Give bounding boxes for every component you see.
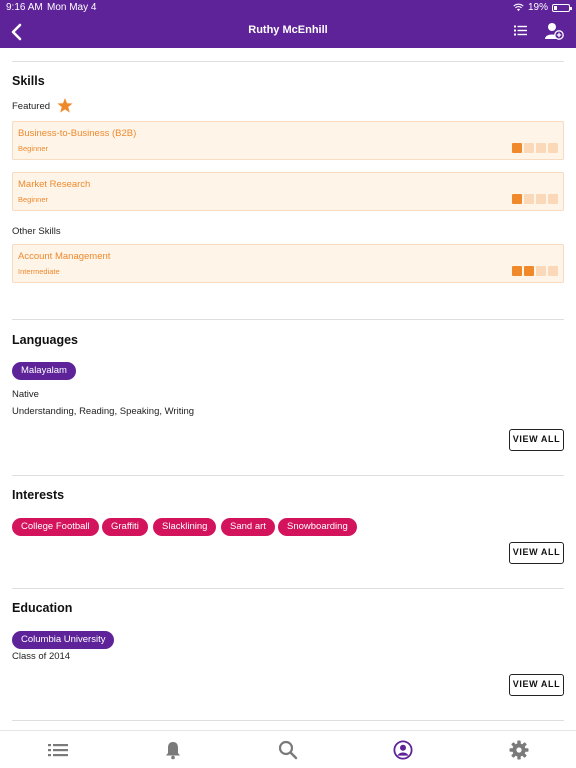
featured-star-icon bbox=[57, 98, 73, 113]
level-bar-empty bbox=[548, 266, 558, 276]
battery-icon bbox=[552, 3, 572, 12]
status-date: Mon May 4 bbox=[47, 2, 97, 13]
school-pill[interactable]: Columbia University bbox=[12, 631, 115, 649]
status-right: 19% bbox=[513, 2, 572, 13]
skills-title: Skills bbox=[12, 74, 45, 88]
divider bbox=[12, 588, 564, 589]
level-bar-empty bbox=[548, 143, 558, 153]
education-title: Education bbox=[12, 601, 73, 615]
interest-pill[interactable]: Graffiti bbox=[102, 518, 148, 536]
languages-view-all-button[interactable]: VIEW ALL bbox=[509, 429, 564, 451]
status-time: 9:16 AM bbox=[6, 2, 43, 13]
education-view-all-button[interactable]: VIEW ALL bbox=[509, 674, 564, 696]
level-bar-empty bbox=[536, 194, 546, 204]
skill-level-meter bbox=[512, 194, 558, 204]
level-bar-empty bbox=[524, 143, 534, 153]
search-icon[interactable] bbox=[278, 740, 298, 760]
interest-pill[interactable]: Slacklining bbox=[153, 518, 217, 536]
tab-bar bbox=[0, 730, 576, 768]
featured-label: Featured bbox=[12, 101, 51, 112]
list-icon[interactable] bbox=[48, 740, 68, 760]
level-bar-empty bbox=[548, 194, 558, 204]
language-proficiency: Native bbox=[12, 389, 39, 400]
wifi-icon bbox=[513, 3, 524, 12]
level-bar-filled bbox=[524, 266, 534, 276]
skill-card[interactable]: Market Research Beginner bbox=[12, 172, 564, 211]
language-abilities: Understanding, Reading, Speaking, Writin… bbox=[12, 406, 195, 417]
level-bar-filled bbox=[512, 194, 522, 204]
language-pill[interactable]: Malayalam bbox=[12, 362, 76, 380]
interests-title: Interests bbox=[12, 488, 65, 502]
nav-bar: Ruthy McEnhill bbox=[0, 15, 576, 48]
divider bbox=[12, 475, 564, 476]
interest-pill[interactable]: Sand art bbox=[221, 518, 275, 536]
battery-percent: 19% bbox=[527, 2, 548, 13]
profile-icon[interactable] bbox=[393, 740, 413, 760]
skill-level: Beginner bbox=[18, 144, 49, 153]
status-bar: 9:16 AM Mon May 4 19% bbox=[0, 0, 576, 15]
skill-level: Intermediate bbox=[18, 267, 60, 276]
skill-name: Market Research bbox=[18, 179, 91, 190]
interest-pill[interactable]: College Football bbox=[12, 518, 99, 536]
level-bar-filled bbox=[512, 266, 522, 276]
education-class-of: Class of 2014 bbox=[12, 651, 71, 662]
languages-title: Languages bbox=[12, 333, 78, 347]
level-bar-empty bbox=[524, 194, 534, 204]
level-bar-filled bbox=[512, 143, 522, 153]
interest-pill[interactable]: Snowboarding bbox=[278, 518, 357, 536]
divider bbox=[12, 720, 564, 721]
interests-view-all-button[interactable]: VIEW ALL bbox=[509, 542, 564, 564]
other-skills-label: Other Skills bbox=[12, 226, 61, 237]
add-user-icon[interactable] bbox=[545, 22, 564, 40]
gear-icon[interactable] bbox=[509, 740, 529, 760]
skill-card[interactable]: Account Management Intermediate bbox=[12, 244, 564, 283]
skill-level: Beginner bbox=[18, 195, 49, 204]
bell-icon[interactable] bbox=[163, 740, 183, 760]
skill-level-meter bbox=[512, 266, 558, 276]
divider bbox=[12, 61, 564, 62]
skill-name: Business-to-Business (B2B) bbox=[18, 128, 137, 139]
level-bar-empty bbox=[536, 143, 546, 153]
skill-level-meter bbox=[512, 143, 558, 153]
page-title: Ruthy McEnhill bbox=[248, 24, 328, 36]
skill-card[interactable]: Business-to-Business (B2B) Beginner bbox=[12, 121, 564, 160]
profile-content[interactable]: Skills Featured Business-to-Business (B2… bbox=[0, 48, 576, 730]
list-view-icon[interactable] bbox=[514, 25, 527, 36]
level-bar-empty bbox=[536, 266, 546, 276]
divider bbox=[12, 319, 564, 320]
skill-name: Account Management bbox=[18, 251, 111, 262]
